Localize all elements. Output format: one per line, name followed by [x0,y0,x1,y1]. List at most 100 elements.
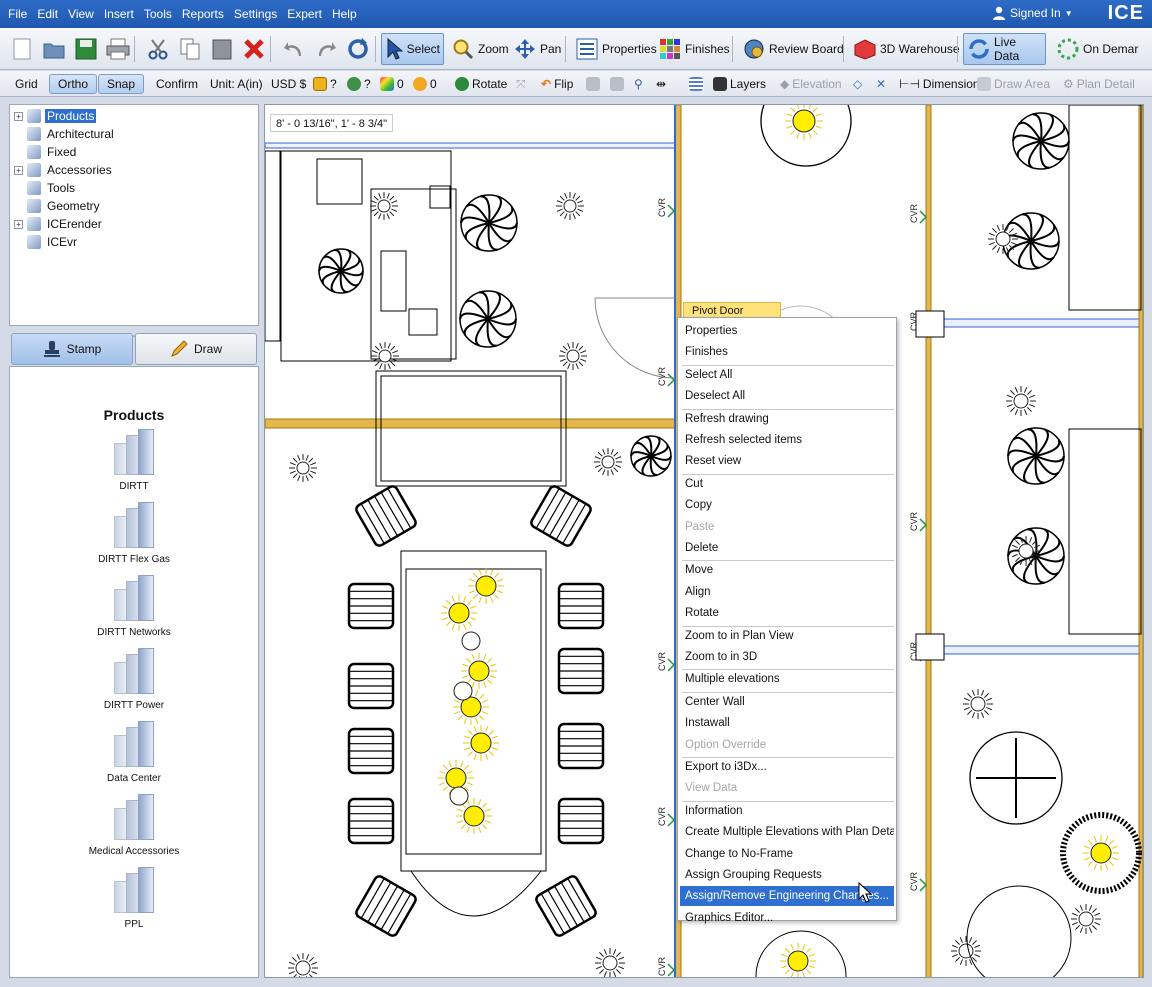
context-menu-item[interactable]: Export to i3Dx... [680,757,894,777]
menu-view[interactable]: View [63,7,99,21]
menu-settings[interactable]: Settings [229,7,282,21]
catalog-item[interactable]: DIRTT Networks [10,575,258,638]
redo-button[interactable] [310,33,342,65]
context-menu-item[interactable]: Refresh selected items [680,430,894,450]
context-menu-item[interactable]: Zoom to in 3D [680,647,894,667]
context-menu-item[interactable]: Information [680,801,894,821]
tree-item-accessories[interactable]: + Accessories [14,161,114,179]
context-menu-item[interactable]: Graphics Editor... [680,908,894,928]
tab-stamp[interactable]: Stamp [11,333,133,365]
refresh-button[interactable] [342,33,374,65]
context-menu-item[interactable]: Delete [680,538,894,558]
globe-indicator[interactable]: ? [344,74,374,94]
context-menu-item[interactable]: Instawall [680,713,894,733]
catalog-item[interactable]: DIRTT [10,429,258,492]
catalog-item[interactable]: Data Center [10,721,258,784]
tree-item-icevr[interactable]: ICEvr [14,233,79,251]
print-button[interactable] [102,33,134,65]
catalog-item[interactable]: Medical Accessories [10,794,258,857]
tree-item-architectural[interactable]: Architectural [14,125,116,143]
undo-button[interactable] [278,33,310,65]
price-indicator[interactable]: 0 [410,74,440,94]
context-menu-item[interactable]: Create Multiple Elevations with Plan Det… [680,822,894,842]
open-button[interactable] [38,33,70,65]
menu-help[interactable]: Help [327,7,362,21]
snap-toggle[interactable]: Snap [98,74,145,94]
paste-button[interactable] [206,33,238,65]
dimension-button[interactable]: ⊢⊣ Dimension [896,74,983,94]
context-menu-item[interactable]: Reset view [680,451,894,471]
expand-plus-icon[interactable]: + [14,111,23,121]
link-button[interactable]: ⚲ [631,74,646,94]
context-menu-item[interactable]: Zoom to in Plan View [680,626,894,646]
catalog-item[interactable]: DIRTT Flex Gas [10,502,258,565]
layers-button[interactable]: Layers [710,74,769,94]
menu-edit[interactable]: Edit [32,7,63,21]
review-board-button[interactable]: Review Board [738,33,848,65]
context-menu-item[interactable]: Center Wall [680,692,894,712]
catalog-item[interactable]: PPL [10,867,258,930]
expand-plus-icon[interactable]: + [14,165,23,175]
properties-button[interactable]: Properties [571,33,661,65]
cross-button[interactable]: ✕ [873,74,889,94]
context-menu-item[interactable]: Properties [680,321,894,341]
save-button[interactable] [70,33,102,65]
select-tool-button[interactable]: Select [381,33,444,65]
signed-in-menu[interactable]: Signed In ▼ [992,6,1073,20]
zoom-tool-button[interactable]: Zoom [447,33,513,65]
elevation-button[interactable]: ◆ Elevation [777,74,845,94]
context-menu-item[interactable]: Multiple elevations [680,669,894,689]
context-menu-item[interactable]: Align [680,582,894,602]
delete-button[interactable] [238,33,270,65]
confirm-toggle[interactable]: Confirm [153,74,201,94]
cvr-label: CVR [657,956,667,976]
menu-reports[interactable]: Reports [177,7,229,21]
currency-selector[interactable]: USD $ [268,74,309,94]
menu-insert[interactable]: Insert [99,7,139,21]
on-demand-button[interactable]: On Demar [1052,33,1142,65]
context-menu-item[interactable]: Refresh drawing [680,409,894,429]
walls-button[interactable] [686,74,706,94]
tree-item-geometry[interactable]: Geometry [14,197,102,215]
live-data-button[interactable]: Live Data [963,33,1046,65]
rotate-button[interactable]: Rotate [452,74,510,94]
unit-selector[interactable]: Unit: A(in) [207,74,266,94]
context-menu-item[interactable]: Copy [680,495,894,515]
context-menu-item[interactable]: Move [680,560,894,580]
stretch-button[interactable]: ⇹ [653,74,669,94]
tree-item-fixed[interactable]: Fixed [14,143,78,161]
context-menu-item[interactable]: Rotate [680,603,894,623]
menu-tools[interactable]: Tools [139,7,177,21]
finishes-button[interactable]: Finishes [654,33,734,65]
context-menu-item[interactable]: Finishes [680,342,894,362]
diamond-button[interactable]: ◇ [850,74,865,94]
new-button[interactable] [6,33,38,65]
3d-warehouse-button[interactable]: 3D Warehouse [849,33,964,65]
menu-file[interactable]: File [3,7,32,21]
move-arrows-button[interactable]: ⤧ [513,74,529,94]
ortho-toggle[interactable]: Ortho [49,74,98,94]
flip-button[interactable]: ↶ Flip [538,74,576,94]
tab-draw[interactable]: Draw [135,333,257,365]
copy-button[interactable] [174,33,206,65]
plan-detail-button[interactable]: ⚙ Plan Detail [1060,74,1138,94]
context-menu-item[interactable]: Change to No-Frame [680,844,894,864]
grid-toggle[interactable]: Grid [12,74,41,94]
panel-splitter[interactable] [9,327,259,337]
context-menu-item[interactable]: Deselect All [680,386,894,406]
align-center-button[interactable] [607,74,627,94]
cut-button[interactable] [142,33,174,65]
menu-expert[interactable]: Expert [282,7,327,21]
tree-item-tools[interactable]: Tools [14,179,77,197]
pan-tool-button[interactable]: Pan [509,33,565,65]
draw-area-button[interactable]: Draw Area [974,74,1053,94]
tree-item-icerender[interactable]: + ICErender [14,215,104,233]
context-menu-item[interactable]: Select All [680,365,894,385]
context-menu-item[interactable]: Cut [680,474,894,494]
catalog-item[interactable]: DIRTT Power [10,648,258,711]
color-indicator[interactable]: 0 [377,74,407,94]
warnings-indicator[interactable]: ? [310,74,340,94]
expand-plus-icon[interactable]: + [14,219,23,229]
align-left-button[interactable] [583,74,603,94]
tree-item-products[interactable]: + Products [14,107,97,125]
